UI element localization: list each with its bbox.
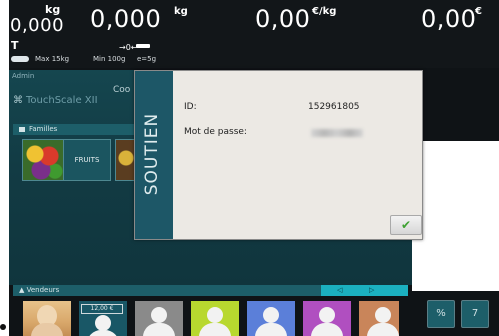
scale-display-bar: kg 0,000 T 0,000 kg 0,00 €/kg 0,00 € →0←… xyxy=(9,0,499,68)
vendor-tile[interactable] xyxy=(359,301,399,336)
scale-screen: kg 0,000 T 0,000 kg 0,00 €/kg 0,00 € →0←… xyxy=(9,0,499,336)
vendor-tile[interactable] xyxy=(247,301,295,336)
id-label: ID: xyxy=(184,102,197,112)
total-price-value: 0,00 xyxy=(421,5,477,33)
tare-label: T xyxy=(11,39,19,52)
id-value: 152961805 xyxy=(308,102,360,112)
password-label: Mot de passe: xyxy=(184,127,247,137)
avatar xyxy=(207,307,223,323)
vendor-tile[interactable] xyxy=(23,301,71,336)
avatar xyxy=(319,307,335,323)
vendor-tile[interactable] xyxy=(191,301,239,336)
total-price-unit: € xyxy=(475,6,482,17)
calculator-button[interactable]: % xyxy=(427,300,455,328)
vendor-nav: ◁ ▷ xyxy=(329,285,389,296)
min-capacity: Min 100g xyxy=(93,55,126,63)
vendor-price: 12,00 € xyxy=(81,304,123,314)
dialog-title: SOUTIEN xyxy=(142,112,162,196)
scale-platform-icon xyxy=(11,56,29,62)
vendor-tile[interactable] xyxy=(303,301,351,336)
max-capacity: Max 15kg xyxy=(35,55,70,63)
right-white-panel xyxy=(412,141,499,291)
vendors-title: Vendeurs xyxy=(26,286,60,294)
price-per-kg-value: 0,00 xyxy=(255,5,311,33)
weight-value: 0,000 xyxy=(10,15,65,36)
avatar xyxy=(95,315,111,331)
family-tile-label: FRUITS xyxy=(74,156,100,164)
calculator-icon: % xyxy=(436,308,446,319)
key-7-label: 7 xyxy=(471,308,479,319)
families-title: Familles xyxy=(29,125,58,133)
logo-text: TouchScale XII xyxy=(26,95,98,106)
grid-icon xyxy=(19,126,25,132)
price-per-kg-unit: €/kg xyxy=(312,6,337,17)
dialog-side-banner: SOUTIEN xyxy=(135,71,173,239)
code-label: Coo xyxy=(113,85,131,95)
family-tile-fruits[interactable]: FRUITS xyxy=(63,139,111,181)
vendor-tile[interactable] xyxy=(135,301,183,336)
tare-unit: kg xyxy=(174,6,188,17)
stable-indicator-icon xyxy=(136,44,150,48)
app-logo: ⌘ TouchScale XII xyxy=(13,95,98,106)
next-arrow-icon[interactable]: ▷ xyxy=(369,285,374,296)
check-icon: ✔ xyxy=(400,218,412,232)
prev-arrow-icon[interactable]: ◁ xyxy=(337,285,342,296)
avatar xyxy=(375,307,391,323)
division-label: e=5g xyxy=(137,55,157,63)
vendor-tile[interactable]: 12,00 € xyxy=(79,301,127,336)
family-tile-image[interactable] xyxy=(22,139,64,181)
admin-label: Admin xyxy=(12,72,35,80)
password-value-blurred xyxy=(311,129,363,137)
support-dialog: SOUTIEN ID: 152961805 Mot de passe: ✔ xyxy=(134,70,423,240)
ok-button[interactable]: ✔ xyxy=(390,215,422,235)
key-7-button[interactable]: 7 xyxy=(461,300,489,328)
left-bullet xyxy=(0,324,6,330)
user-icon: ▲ xyxy=(19,286,25,294)
tare-value: 0,000 xyxy=(90,5,162,33)
avatar xyxy=(151,307,167,323)
avatar xyxy=(263,307,279,323)
touch-icon: ⌘ xyxy=(13,95,23,106)
zero-indicator-icon: →0← xyxy=(119,43,138,52)
